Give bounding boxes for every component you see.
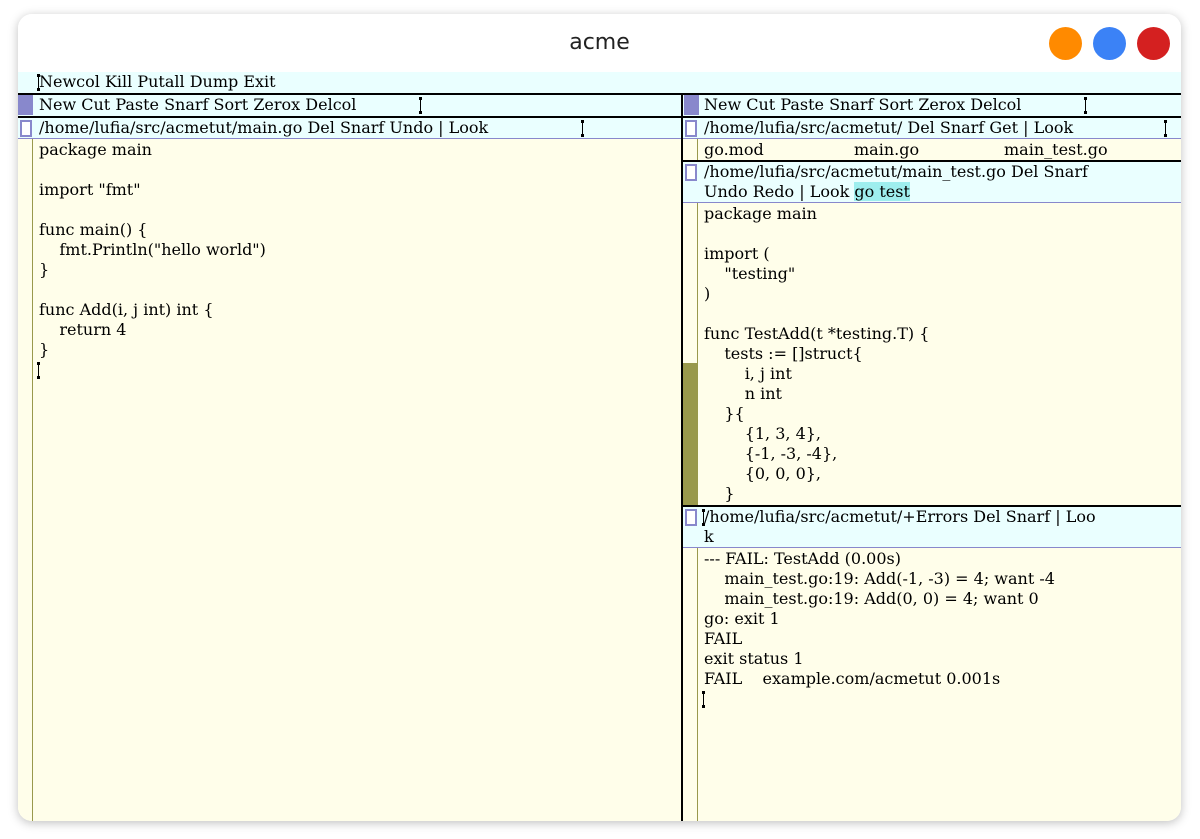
right-column-tag-text[interactable]: New Cut Paste Snarf Sort Zerox Delcol	[704, 95, 1021, 115]
right-column-tag[interactable]: New Cut Paste Snarf Sort Zerox Delcol	[683, 95, 1181, 116]
test-go-text[interactable]: package main import ( "testing" ) func T…	[704, 204, 929, 504]
zoom-button[interactable]	[1093, 27, 1126, 60]
main-go-tag[interactable]: /home/lufia/src/acmetut/main.go Del Snar…	[18, 118, 681, 139]
main-tag-text[interactable]: Newcol Kill Putall Dump Exit	[39, 72, 276, 92]
dir-tag[interactable]: /home/lufia/src/acmetut/ Del Snarf Get |…	[683, 118, 1181, 139]
column-handle[interactable]	[684, 95, 699, 115]
text-cursor	[37, 362, 40, 379]
file-list: go.mod main.go main_test.go	[704, 140, 1154, 160]
window-handle[interactable]	[685, 509, 697, 526]
test-tag-commands[interactable]: Undo Redo | Look	[704, 182, 854, 201]
dir-tag-text[interactable]: /home/lufia/src/acmetut/ Del Snarf Get |…	[704, 118, 1073, 138]
window-handle[interactable]	[685, 120, 697, 137]
window-title: acme	[569, 30, 630, 55]
test-body[interactable]: package main import ( "testing" ) func T…	[683, 203, 1181, 505]
main-go-text[interactable]: package main import "fmt" func main() { …	[39, 140, 266, 360]
column-handle[interactable]	[18, 95, 33, 115]
errors-body[interactable]: --- FAIL: TestAdd (0.00s) main_test.go:1…	[683, 548, 1181, 821]
errors-text[interactable]: --- FAIL: TestAdd (0.00s) main_test.go:1…	[704, 549, 1055, 689]
window-handle[interactable]	[20, 120, 32, 137]
tag-cursor	[1084, 97, 1087, 114]
left-column-tag-text[interactable]: New Cut Paste Snarf Sort Zerox Delcol	[39, 95, 356, 115]
scrollbar-thumb[interactable]	[683, 363, 697, 505]
test-tag-line1[interactable]: /home/lufia/src/acmetut/main_test.go Del…	[704, 162, 1088, 182]
errors-tag-line1[interactable]: /home/lufia/src/acmetut/+Errors Del Snar…	[704, 507, 1096, 527]
main-tag[interactable]: Newcol Kill Putall Dump Exit	[18, 72, 1181, 94]
window-handle[interactable]	[685, 164, 697, 181]
errors-tag-line2[interactable]: k	[704, 527, 714, 547]
test-tag-line2[interactable]: Undo Redo | Look go test	[704, 182, 910, 202]
left-column-tag[interactable]: New Cut Paste Snarf Sort Zerox Delcol	[18, 95, 681, 116]
scrollbar[interactable]	[683, 548, 698, 821]
errors-tag[interactable]: /home/lufia/src/acmetut/+Errors Del Snar…	[683, 507, 1181, 548]
scrollbar[interactable]	[683, 139, 698, 160]
main-go-tag-text[interactable]: /home/lufia/src/acmetut/main.go Del Snar…	[39, 118, 488, 138]
test-tag[interactable]: /home/lufia/src/acmetut/main_test.go Del…	[683, 162, 1181, 203]
dir-body[interactable]: go.mod main.go main_test.go	[683, 139, 1181, 160]
file-item[interactable]: main_test.go	[1004, 140, 1154, 160]
tag-cursor	[581, 120, 584, 137]
tag-cursor	[1164, 120, 1167, 137]
text-cursor	[702, 691, 705, 708]
minimize-button[interactable]	[1049, 27, 1082, 60]
tag-cursor	[419, 97, 422, 114]
acme-window: acme Newcol Kill Putall Dump Exit New Cu…	[18, 14, 1181, 821]
close-button[interactable]	[1137, 27, 1170, 60]
title-bar: acme	[18, 14, 1181, 72]
scrollbar[interactable]	[18, 139, 33, 821]
file-item[interactable]: main.go	[854, 140, 1004, 160]
go-test-selection[interactable]: go test	[854, 182, 910, 201]
file-item[interactable]: go.mod	[704, 140, 854, 160]
main-go-body[interactable]: package main import "fmt" func main() { …	[18, 139, 681, 821]
